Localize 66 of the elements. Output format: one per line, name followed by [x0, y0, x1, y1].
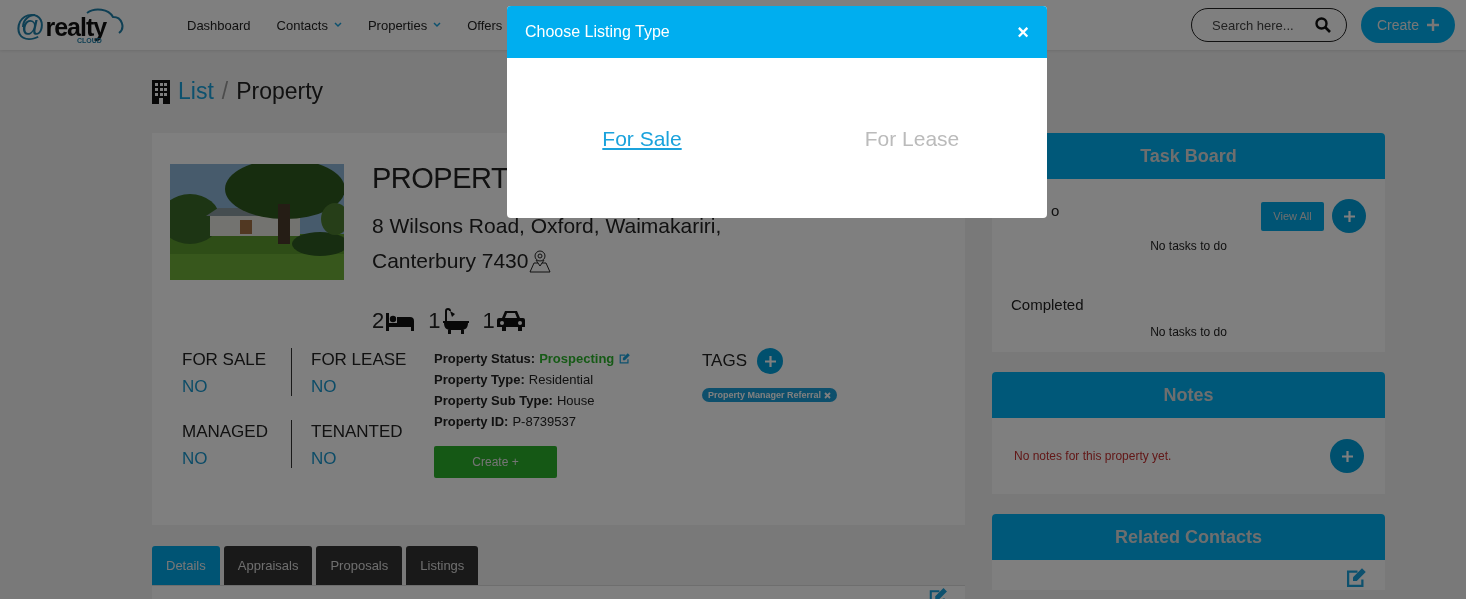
bed-icon	[386, 311, 415, 331]
detail-value: P-8739537	[512, 414, 577, 429]
property-title: PROPERT	[372, 164, 509, 193]
breadcrumb-link[interactable]: List	[178, 78, 214, 105]
bath-icon	[442, 308, 469, 334]
detail-label: Property Sub Type:	[434, 393, 553, 408]
empty-message: No tasks to do	[1150, 239, 1227, 253]
plus-icon	[1427, 19, 1439, 31]
close-icon[interactable]	[824, 391, 832, 399]
plus-icon	[1343, 210, 1355, 222]
modal-title: Choose Listing Type	[525, 23, 670, 41]
tab[interactable]: Listings	[406, 546, 479, 585]
flag-label: FOR LEASE	[311, 350, 408, 370]
tab[interactable]: Details	[152, 546, 220, 585]
tags-heading: TAGS	[702, 351, 748, 371]
nav-link[interactable]: Dashboard	[187, 17, 251, 33]
card-header: Notes	[992, 372, 1385, 418]
nav-link[interactable]: Contacts	[276, 17, 342, 33]
create-button[interactable]: Create	[1361, 7, 1455, 43]
flag-value: NO	[311, 449, 338, 469]
flag-value: NO	[311, 377, 338, 397]
card-header: Related Contacts	[992, 514, 1385, 560]
car-icon	[496, 310, 525, 332]
address-line: 8 Wilsons Road, Oxford, Waimakariri,	[372, 213, 722, 239]
flag-value: NO	[182, 449, 209, 469]
empty-message: No notes for this property yet.	[1014, 449, 1172, 463]
detail-label: Property Type:	[434, 372, 525, 387]
detail-value: Prospecting	[539, 351, 615, 366]
flag-label: FOR SALE	[182, 350, 268, 370]
feature-count: 1	[482, 308, 495, 334]
breadcrumb-current: Property	[236, 78, 324, 105]
map-pin-icon[interactable]	[528, 248, 553, 273]
nav-link[interactable]: Offers	[467, 17, 503, 33]
flag-label: MANAGED	[182, 422, 269, 442]
tab[interactable]: Proposals	[316, 546, 403, 585]
edit-icon[interactable]	[1344, 566, 1368, 590]
feature-count: 2	[372, 308, 385, 334]
search-field[interactable]: Search here...	[1191, 8, 1347, 42]
edit-icon[interactable]	[618, 352, 632, 365]
feature-count: 1	[428, 308, 441, 334]
detail-label: Property Status:	[434, 351, 536, 366]
nav-link[interactable]: Properties	[367, 17, 442, 33]
add-button[interactable]	[1332, 199, 1366, 233]
view-all-button[interactable]: View All	[1261, 201, 1324, 231]
tab[interactable]: Appraisals	[223, 546, 313, 585]
plus-icon	[764, 355, 776, 367]
tag[interactable]: Property Manager Referral	[702, 388, 838, 402]
search-icon[interactable]	[1315, 17, 1331, 33]
section-label: o	[1051, 202, 1060, 219]
plus-icon	[1341, 450, 1353, 462]
add-button[interactable]	[757, 348, 784, 374]
create-button[interactable]: Create +	[434, 446, 557, 478]
flag-value: NO	[182, 377, 209, 397]
close-button[interactable]: ×	[1017, 20, 1029, 44]
detail-value: House	[556, 393, 595, 408]
option-link[interactable]: For Lease	[864, 127, 960, 150]
detail-label: Property ID:	[434, 414, 509, 429]
address-line: Canterbury 7430	[372, 248, 529, 274]
flag-label: TENANTED	[311, 422, 404, 442]
breadcrumb-separator: /	[221, 78, 229, 105]
detail-value: Residential	[528, 372, 594, 387]
option-link[interactable]: For Sale	[602, 127, 682, 150]
empty-message: No tasks to do	[1150, 325, 1227, 339]
building-icon	[152, 79, 170, 104]
section-label: Completed	[1011, 296, 1084, 313]
add-button[interactable]	[1330, 439, 1364, 473]
